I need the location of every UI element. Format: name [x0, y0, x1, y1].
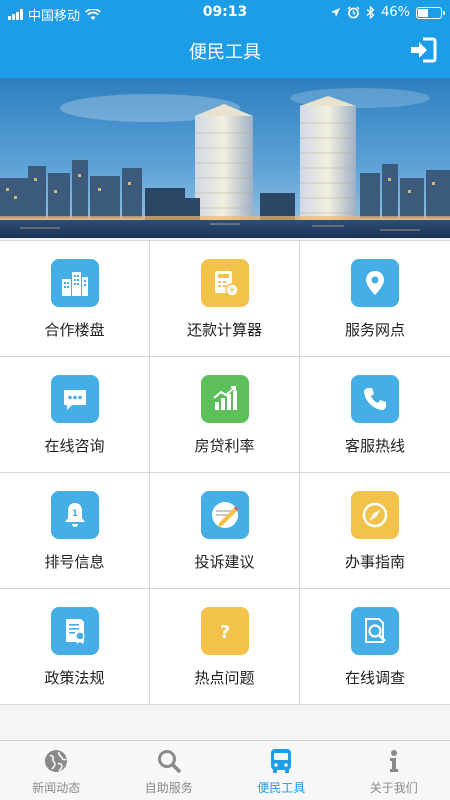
tool-hot-questions[interactable]: ? 热点问题	[150, 589, 300, 705]
login-arrow-icon[interactable]	[408, 36, 438, 64]
tool-label: 投诉建议	[194, 553, 255, 571]
survey-search-icon	[351, 607, 399, 655]
tool-policies-regulations[interactable]: 政策法规	[0, 589, 150, 705]
bluetooth-icon	[366, 6, 375, 19]
info-icon	[379, 746, 409, 776]
tool-complaints-suggestions[interactable]: 投诉建议	[150, 473, 300, 589]
compass-icon	[351, 491, 399, 539]
phone-icon	[351, 375, 399, 423]
tab-label: 关于我们	[369, 781, 418, 795]
battery-icon	[416, 6, 445, 19]
tab-convenience-tools[interactable]: 便民工具	[225, 741, 338, 800]
tab-news[interactable]: 新闻动态	[0, 741, 113, 800]
tab-self-service[interactable]: 自助服务	[113, 741, 226, 800]
tool-partner-properties[interactable]: 合作楼盘	[0, 241, 150, 357]
svg-text:¥: ¥	[229, 286, 234, 295]
bottom-tab-bar: 新闻动态 自助服务 便民工具 关于我们	[0, 740, 450, 800]
tool-repayment-calculator[interactable]: ¥ 还款计算器	[150, 241, 300, 357]
bus-icon	[266, 746, 296, 776]
tool-service-hotline[interactable]: 客服热线	[300, 357, 450, 473]
page-title: 便民工具	[189, 42, 261, 63]
tool-label: 服务网点	[344, 321, 405, 339]
tool-label: 客服热线	[344, 437, 405, 455]
globe-icon	[41, 746, 71, 776]
bell-icon: 1	[50, 491, 99, 539]
tab-label: 新闻动态	[32, 781, 81, 795]
tool-queue-info[interactable]: 1 排号信息	[0, 473, 150, 589]
tool-label: 还款计算器	[186, 321, 262, 339]
svg-text:1: 1	[71, 509, 77, 519]
magnifier-icon	[154, 746, 184, 776]
calculator-icon: ¥	[200, 259, 249, 307]
location-pin-icon	[351, 259, 399, 307]
tool-label: 在线咨询	[44, 437, 105, 455]
tool-label: 合作楼盘	[44, 321, 105, 339]
tool-label: 房贷利率	[194, 437, 255, 455]
tab-label: 自助服务	[144, 781, 193, 795]
tool-service-outlets[interactable]: 服务网点	[300, 241, 450, 357]
top-bar: 中国移动 09:13 46% 便民工具	[0, 0, 450, 78]
tools-grid: 合作楼盘 ¥ 还款计算器 服务网点 在线咨询 房贷利率 客服热线 1 排号信息 …	[0, 240, 450, 705]
status-bar: 中国移动 09:13 46%	[0, 0, 450, 26]
certificate-icon	[50, 607, 99, 655]
banner-image[interactable]	[0, 78, 450, 238]
tab-label: 便民工具	[257, 781, 306, 795]
chat-bubble-icon	[50, 375, 99, 423]
tool-mortgage-rates[interactable]: 房贷利率	[150, 357, 300, 473]
tool-label: 热点问题	[194, 669, 255, 687]
pen-icon	[200, 491, 249, 539]
tool-label: 排号信息	[44, 553, 105, 571]
tab-about-us[interactable]: 关于我们	[338, 741, 450, 800]
bar-chart-icon	[200, 375, 249, 423]
location-arrow-icon	[331, 8, 341, 17]
question-icon: ?	[200, 607, 249, 655]
svg-text:?: ?	[219, 622, 229, 643]
buildings-icon	[50, 259, 99, 307]
tool-label: 办事指南	[344, 553, 405, 571]
tool-online-consult[interactable]: 在线咨询	[0, 357, 150, 473]
tool-label: 在线调查	[344, 669, 405, 687]
tool-label: 政策法规	[44, 669, 105, 687]
alarm-icon	[347, 6, 360, 19]
tool-online-survey[interactable]: 在线调查	[300, 589, 450, 705]
battery-percent: 46%	[381, 5, 410, 20]
city-skyline-illustration	[0, 78, 450, 238]
tool-service-guide[interactable]: 办事指南	[300, 473, 450, 589]
